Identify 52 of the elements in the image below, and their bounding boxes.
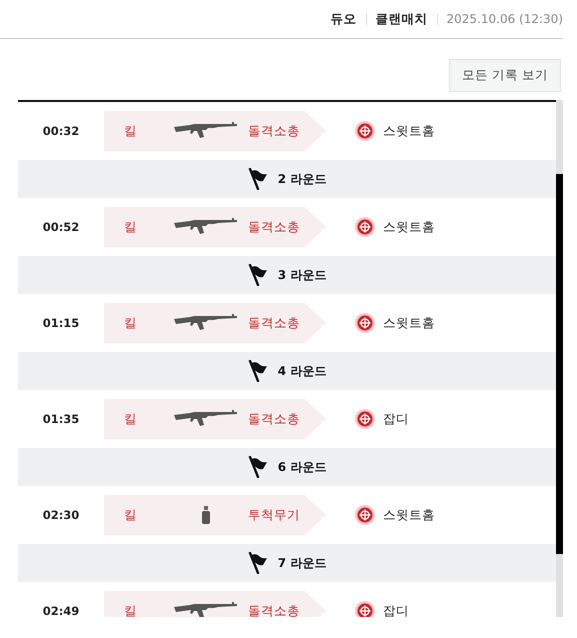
flag-icon <box>248 264 268 286</box>
weapon-name: 투척무기 <box>248 506 300 524</box>
crosshair-icon <box>355 505 375 525</box>
event-time: 00:32 <box>42 124 80 138</box>
victim-name: 스윗트홈 <box>383 218 435 236</box>
round-label: 2 라운드 <box>278 170 326 188</box>
action-label: 킬 <box>124 218 138 236</box>
weapon-name: 돌격소총 <box>248 218 300 236</box>
rifle-icon <box>174 217 238 237</box>
weapon-name: 돌격소총 <box>248 122 300 140</box>
round-label: 6 라운드 <box>278 458 326 476</box>
scrollbar-thumb[interactable] <box>556 174 563 554</box>
rifle-icon <box>174 313 238 333</box>
action-label: 킬 <box>124 506 138 524</box>
round-label: 7 라운드 <box>278 554 326 572</box>
crosshair-icon <box>355 409 375 429</box>
action-label: 킬 <box>124 122 138 140</box>
scrollbar[interactable] <box>556 100 563 617</box>
crosshair-icon <box>355 217 375 237</box>
action-label: 킬 <box>124 410 138 428</box>
view-all-records-button[interactable]: 모든 기록 보기 <box>449 59 561 92</box>
action-label: 킬 <box>124 314 138 332</box>
mode-label: 듀오 <box>330 10 357 28</box>
victim-name: 잡디 <box>383 602 409 617</box>
victim-name: 스윗트홈 <box>383 506 435 524</box>
match-type-label: 클랜매치 <box>376 10 428 28</box>
flag-icon <box>248 456 268 478</box>
crosshair-icon <box>355 313 375 333</box>
rifle-icon <box>174 409 238 429</box>
match-datetime: 2025.10.06 (12:30) <box>446 12 563 26</box>
round-label: 4 라운드 <box>278 362 326 380</box>
event-time: 02:30 <box>42 508 80 522</box>
weapon-name: 돌격소총 <box>248 314 300 332</box>
crosshair-icon <box>355 121 375 141</box>
grenade-icon <box>201 505 211 525</box>
victim-name: 잡디 <box>383 410 409 428</box>
flag-icon <box>248 360 268 382</box>
rifle-icon <box>174 601 238 617</box>
weapon-name: 돌격소총 <box>248 410 300 428</box>
victim-name: 스윗트홈 <box>383 122 435 140</box>
rifle-icon <box>174 121 238 141</box>
crosshair-icon <box>355 601 375 617</box>
round-label: 3 라운드 <box>278 266 326 284</box>
victim-name: 스윗트홈 <box>383 314 435 332</box>
event-time: 00:52 <box>42 220 80 234</box>
event-time: 01:15 <box>42 316 80 330</box>
flag-icon <box>248 552 268 574</box>
weapon-name: 돌격소총 <box>248 602 300 617</box>
event-time: 02:49 <box>42 604 80 617</box>
flag-icon <box>248 168 268 190</box>
action-label: 킬 <box>124 602 138 617</box>
event-time: 01:35 <box>42 412 80 426</box>
